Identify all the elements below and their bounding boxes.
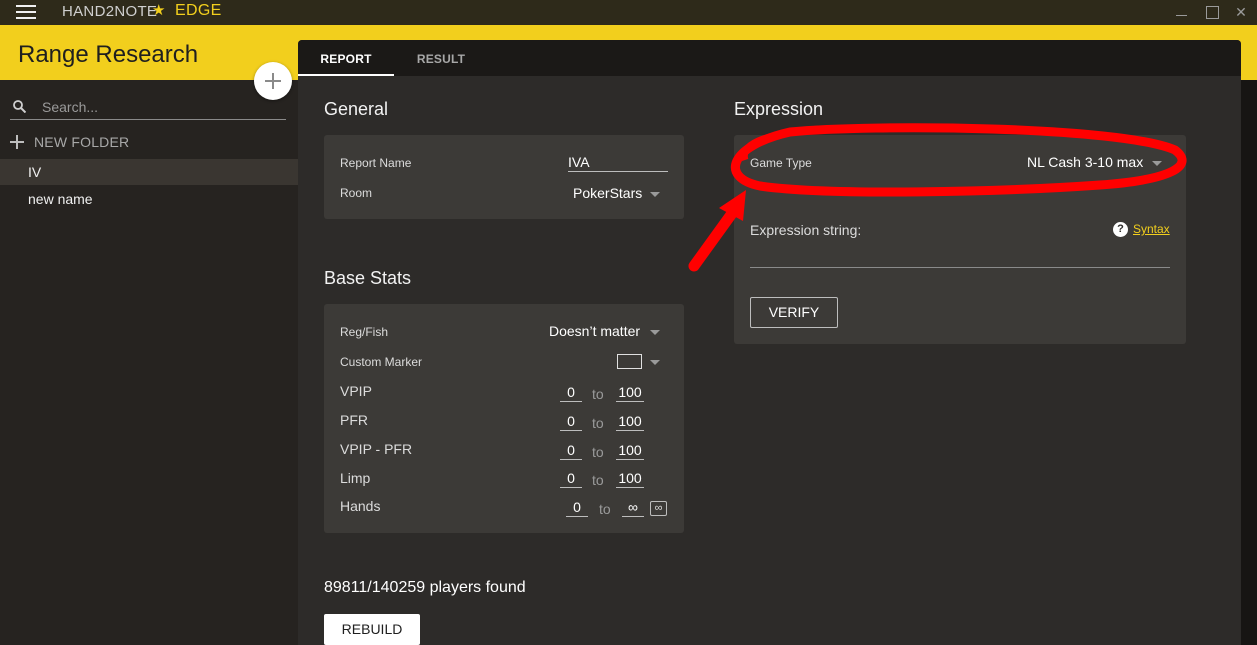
pfr-max-input[interactable]: 100 <box>616 411 644 431</box>
rebuild-button[interactable]: REBUILD <box>324 614 420 645</box>
limp-label: Limp <box>340 470 371 486</box>
range-to-label: to <box>599 501 611 517</box>
hands-min-input[interactable]: 0 <box>566 497 588 517</box>
limp-min-input[interactable]: 0 <box>560 468 582 488</box>
general-title: General <box>324 99 389 119</box>
general-card: Report Name IVA PokerStars Room <box>324 135 684 219</box>
search-box <box>10 96 286 120</box>
new-folder-label: NEW FOLDER <box>34 134 130 150</box>
plus-icon <box>10 135 24 149</box>
vpip-max-input[interactable]: 100 <box>616 382 644 402</box>
caret-down-icon <box>650 360 660 365</box>
vpip-min-input[interactable]: 0 <box>560 382 582 402</box>
minimize-button[interactable] <box>1172 2 1192 22</box>
infinity-icon[interactable]: ∞ <box>650 501 667 516</box>
tab-result[interactable]: RESULT <box>402 40 480 76</box>
page-title: Range Research <box>18 41 199 68</box>
caret-down-icon <box>650 330 660 335</box>
hands-label: Hands <box>340 498 381 514</box>
game-type-dropdown[interactable]: NL Cash 3-10 max <box>1014 151 1170 173</box>
reg-fish-label: Reg/Fish <box>340 325 389 339</box>
reg-fish-dropdown[interactable]: Doesn’t matter <box>544 320 668 342</box>
vpip-pfr-max-input[interactable]: 100 <box>616 440 644 460</box>
hamburger-icon[interactable] <box>16 5 36 19</box>
app-name: HAND2NOTE <box>62 3 158 20</box>
main-panel: REPORT RESULT General Report Name IVA Po… <box>298 40 1241 645</box>
folder-item-iv[interactable]: IV <box>0 159 298 185</box>
custom-marker-label: Custom Marker <box>340 355 423 369</box>
maximize-button[interactable] <box>1202 2 1222 22</box>
room-label: Room <box>340 186 373 200</box>
expression-input[interactable] <box>750 267 1170 268</box>
range-to-label: to <box>592 386 604 402</box>
marker-swatch <box>617 354 642 369</box>
expression-string-label: Expression string: <box>750 222 862 238</box>
base-stats-card: Reg/Fish Doesn’t matter Custom Marker VP… <box>324 304 684 533</box>
report-name-value: IVA <box>568 154 590 170</box>
search-icon <box>13 100 26 113</box>
pfr-min-input[interactable]: 0 <box>560 411 582 431</box>
limp-max-input[interactable]: 100 <box>616 468 644 488</box>
vpip-label: VPIP <box>340 383 372 399</box>
game-type-value: NL Cash 3-10 max <box>1027 154 1144 170</box>
custom-marker-dropdown[interactable] <box>614 350 668 372</box>
range-to-label: to <box>592 415 604 431</box>
caret-down-icon <box>650 192 660 197</box>
range-to-label: to <box>592 444 604 460</box>
room-value: PokerStars <box>573 185 643 201</box>
report-name-input[interactable]: IVA <box>568 152 668 172</box>
range-to-label: to <box>592 472 604 488</box>
vpip-pfr-label: VPIP - PFR <box>340 441 413 457</box>
tab-report[interactable]: REPORT <box>298 40 394 76</box>
close-button[interactable]: ✕ <box>1231 2 1251 22</box>
star-icon: ★ <box>152 2 166 19</box>
players-found-text: 89811/140259 players found <box>324 579 526 596</box>
expression-card: Game Type NL Cash 3-10 max Expression st… <box>734 135 1186 344</box>
search-input[interactable] <box>42 96 282 118</box>
tab-bar: REPORT RESULT <box>298 40 1241 76</box>
pfr-label: PFR <box>340 412 368 428</box>
verify-button[interactable]: VERIFY <box>750 297 838 328</box>
caret-down-icon <box>1152 161 1162 166</box>
base-stats-title: Base Stats <box>324 268 412 288</box>
help-icon[interactable]: ? <box>1113 222 1128 237</box>
folder-item-new-name[interactable]: new name <box>0 186 298 212</box>
title-bar: HAND2NOTE ★ EDGE ✕ <box>0 0 1257 25</box>
add-report-button[interactable] <box>254 62 292 100</box>
hands-max-input[interactable]: ∞ <box>622 497 644 517</box>
game-type-label: Game Type <box>750 156 812 170</box>
reg-fish-value: Doesn’t matter <box>549 323 641 339</box>
syntax-link[interactable]: Syntax <box>1133 222 1170 236</box>
room-dropdown[interactable]: PokerStars <box>554 181 668 203</box>
app-edition: EDGE <box>175 2 222 19</box>
vpip-pfr-min-input[interactable]: 0 <box>560 440 582 460</box>
expression-title: Expression <box>734 99 824 119</box>
report-name-label: Report Name <box>340 156 412 170</box>
new-folder-button[interactable]: NEW FOLDER <box>10 132 129 152</box>
